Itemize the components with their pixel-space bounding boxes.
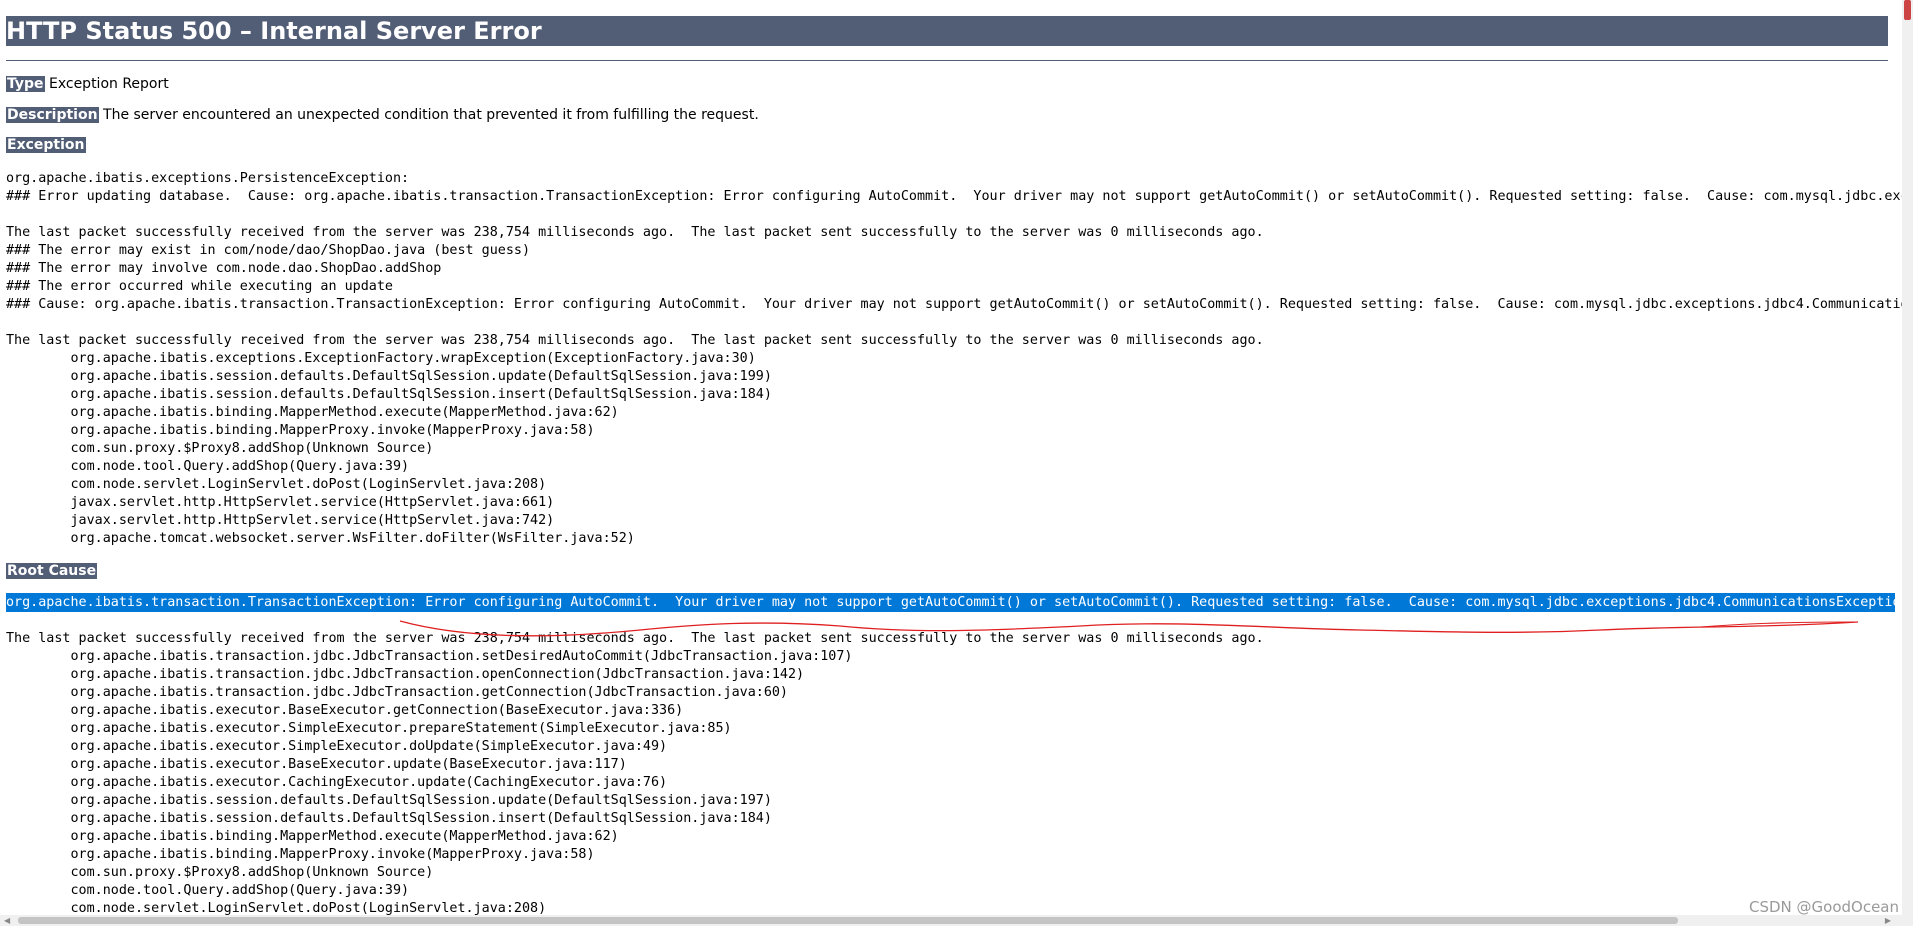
stacktrace-line: com.node.servlet.LoginServlet.doPost(Log… (6, 477, 547, 492)
description-value: The server encountered an unexpected con… (103, 107, 759, 123)
watermark: CSDN @GoodOcean (1748, 898, 1899, 916)
stacktrace-line: org.apache.ibatis.session.defaults.Defau… (6, 811, 772, 826)
stacktrace-line: org.apache.ibatis.executor.SimpleExecuto… (6, 739, 668, 754)
stacktrace-line: org.apache.ibatis.transaction.jdbc.JdbcT… (6, 649, 853, 664)
stacktrace-line: ### Cause: org.apache.ibatis.transaction… (6, 297, 1913, 312)
root-cause-stacktrace: The last packet successfully received fr… (6, 612, 1264, 918)
page-title: HTTP Status 500 – Internal Server Error (6, 16, 1888, 46)
stacktrace-line: org.apache.ibatis.session.defaults.Defau… (6, 793, 772, 808)
horizontal-scrollbar[interactable]: ◀ ▶ (0, 915, 1913, 926)
stacktrace-line: org.apache.ibatis.executor.SimpleExecuto… (6, 721, 732, 736)
vertical-scrollbar[interactable] (1902, 0, 1913, 915)
stacktrace-line: org.apache.ibatis.session.defaults.Defau… (6, 369, 772, 384)
stacktrace-line: The last packet successfully received fr… (6, 225, 1264, 240)
type-value: Exception Report (48, 76, 169, 92)
stacktrace-line: ### The error may exist in com/node/dao/… (6, 243, 531, 258)
stacktrace-line: com.node.tool.Query.addShop(Query.java:3… (6, 459, 410, 474)
stacktrace-line: org.apache.ibatis.exceptions.Persistence… (6, 171, 410, 186)
type-label: Type (6, 76, 45, 92)
selected-root-cause-line[interactable]: org.apache.ibatis.transaction.Transactio… (6, 593, 1895, 612)
stacktrace-line: org.apache.ibatis.transaction.jdbc.JdbcT… (6, 667, 805, 682)
stacktrace-line: org.apache.ibatis.executor.CachingExecut… (6, 775, 668, 790)
horizontal-scroll-thumb[interactable] (18, 917, 1678, 924)
stacktrace-line: org.apache.ibatis.binding.MapperMethod.e… (6, 829, 619, 844)
stacktrace-line: org.apache.ibatis.exceptions.ExceptionFa… (6, 351, 756, 366)
root-cause-label: Root Cause (6, 563, 98, 579)
stacktrace-line: org.apache.ibatis.binding.MapperMethod.e… (6, 405, 619, 420)
stacktrace-line: org.apache.ibatis.session.defaults.Defau… (6, 387, 772, 402)
chevron-left-icon[interactable]: ◀ (4, 916, 10, 925)
chevron-right-icon[interactable]: ▶ (1885, 916, 1891, 925)
exception-label: Exception (6, 137, 86, 153)
stacktrace-line: The last packet successfully received fr… (6, 333, 1264, 348)
stacktrace-line: com.node.tool.Query.addShop(Query.java:3… (6, 883, 410, 898)
stacktrace-line: org.apache.ibatis.transaction.jdbc.JdbcT… (6, 685, 788, 700)
stacktrace-line: com.sun.proxy.$Proxy8.addShop(Unknown So… (6, 865, 434, 880)
vertical-scroll-thumb[interactable] (1904, 0, 1911, 20)
stacktrace-line: javax.servlet.http.HttpServlet.service(H… (6, 495, 555, 510)
stacktrace-line: org.apache.ibatis.executor.BaseExecutor.… (6, 703, 684, 718)
stacktrace-line: ### Error updating database. Cause: org.… (6, 189, 1913, 204)
stacktrace-line: The last packet successfully received fr… (6, 631, 1264, 646)
type-row: Type Exception Report (6, 76, 169, 92)
stacktrace-line: org.apache.ibatis.binding.MapperProxy.in… (6, 423, 595, 438)
stacktrace-line: ### The error occurred while executing a… (6, 279, 393, 294)
stacktrace-line (6, 206, 1913, 224)
stacktrace-line (6, 314, 1913, 332)
stacktrace-line: javax.servlet.http.HttpServlet.service(H… (6, 513, 555, 528)
stacktrace-line: ### The error may involve com.node.dao.S… (6, 261, 442, 276)
error-page: HTTP Status 500 – Internal Server Error … (0, 0, 1913, 926)
exception-stacktrace: org.apache.ibatis.exceptions.Persistence… (6, 170, 1913, 548)
stacktrace-line: com.sun.proxy.$Proxy8.addShop(Unknown So… (6, 441, 434, 456)
stacktrace-line: org.apache.tomcat.websocket.server.WsFil… (6, 531, 635, 546)
stacktrace-line (6, 612, 1264, 630)
description-row: Description The server encountered an un… (6, 107, 759, 123)
description-label: Description (6, 107, 99, 123)
title-divider (6, 60, 1888, 61)
stacktrace-line: org.apache.ibatis.binding.MapperProxy.in… (6, 847, 595, 862)
stacktrace-line: org.apache.ibatis.executor.BaseExecutor.… (6, 757, 627, 772)
